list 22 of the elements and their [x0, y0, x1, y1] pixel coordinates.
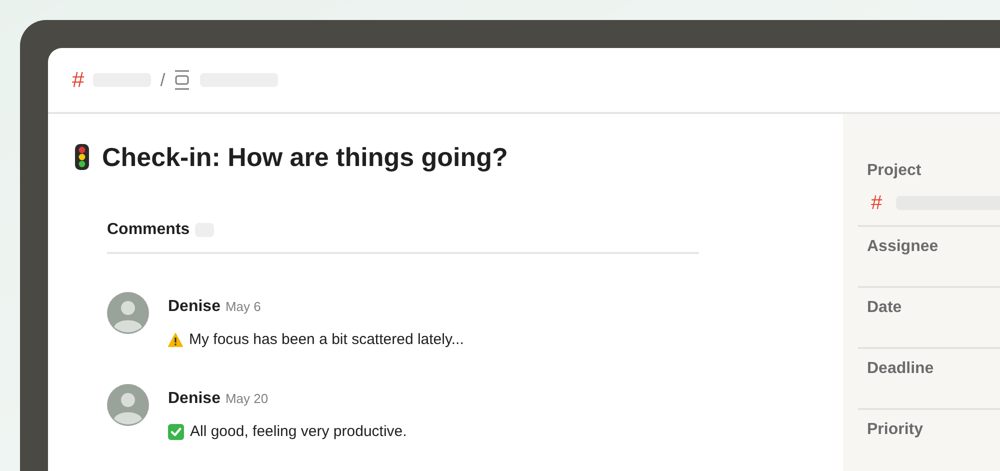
field-label: Assignee — [867, 237, 940, 257]
project-hash-icon: # — [72, 69, 84, 91]
comment-author: Denise — [168, 297, 220, 317]
comments-heading: Comments — [107, 220, 190, 240]
avatar — [107, 384, 149, 426]
checkmark-icon — [168, 424, 184, 440]
comment-text: All good, feeling very productive. — [190, 422, 407, 442]
breadcrumb-separator: / — [160, 71, 166, 89]
field-label: Deadline — [867, 359, 935, 379]
avatar — [107, 292, 149, 334]
traffic-light-icon — [74, 144, 90, 170]
field-label: Date — [867, 298, 903, 318]
field-label: Priority — [867, 420, 924, 440]
project-hash-icon: # — [871, 193, 882, 213]
comment-author: Denise — [168, 388, 220, 408]
task-title: Check-in: How are things going? — [102, 144, 508, 170]
field-label: Project — [867, 161, 922, 181]
comment-date: May 6 — [225, 298, 261, 316]
warning-icon — [168, 333, 183, 348]
comment-text: My focus has been a bit scattered lately... — [189, 330, 464, 350]
comment-date: May 20 — [225, 390, 268, 408]
section-icon — [174, 70, 190, 90]
